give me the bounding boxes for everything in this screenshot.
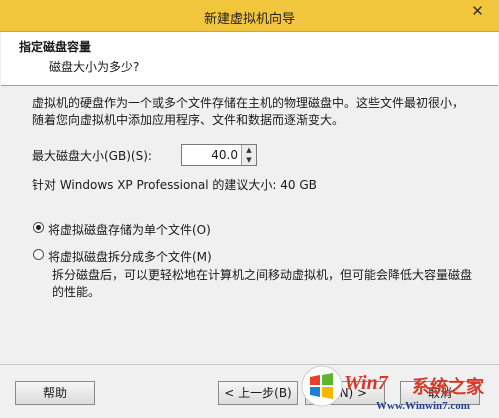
spin-down-icon[interactable]: ▼ — [241, 155, 256, 165]
back-button[interactable]: < 上一步(B) — [218, 381, 298, 405]
disk-size-input[interactable] — [182, 145, 242, 165]
split-note-text: 拆分磁盘后，可以更轻松地在计算机之间移动虚拟机，但可能会降低大容量磁盘的性能。 — [52, 268, 473, 299]
page-title: 指定磁盘容量 — [19, 40, 92, 54]
watermark-url: Www.Winwin7.com — [376, 400, 470, 412]
close-button[interactable]: ✕ — [462, 1, 493, 21]
radio-checked-icon[interactable] — [33, 222, 44, 233]
disk-size-stepper[interactable]: ▲ ▼ — [181, 144, 257, 166]
help-button[interactable]: 帮助 — [15, 381, 95, 405]
watermark-logo: Win7 系统之家 Www.Winwin7.com — [300, 358, 499, 418]
radio-split-files-label: 将虚拟磁盘拆分成多个文件(M) — [48, 250, 212, 264]
title-bar: 新建虚拟机向导 ✕ — [0, 0, 499, 32]
wizard-header: 指定磁盘容量 磁盘大小为多少? — [1, 32, 498, 86]
watermark-tagline: 系统之家 — [412, 377, 484, 398]
watermark-brand: Win7 — [344, 372, 388, 394]
recommended-size-text: 针对 Windows XP Professional 的建议大小: 40 GB — [32, 178, 317, 192]
page-subtitle: 磁盘大小为多少? — [49, 60, 140, 74]
disk-size-label: 最大磁盘大小(GB)(S): — [32, 149, 152, 163]
description-text: 虚拟机的硬盘作为一个或多个文件存储在主机的物理磁盘中。这些文件最初很小，随着您向… — [32, 96, 465, 127]
window-title: 新建虚拟机向导 — [203, 12, 295, 27]
windows-logo-icon — [301, 365, 343, 407]
radio-single-file-label: 将虚拟磁盘存储为单个文件(O) — [48, 223, 211, 237]
radio-unchecked-icon[interactable] — [33, 249, 44, 260]
